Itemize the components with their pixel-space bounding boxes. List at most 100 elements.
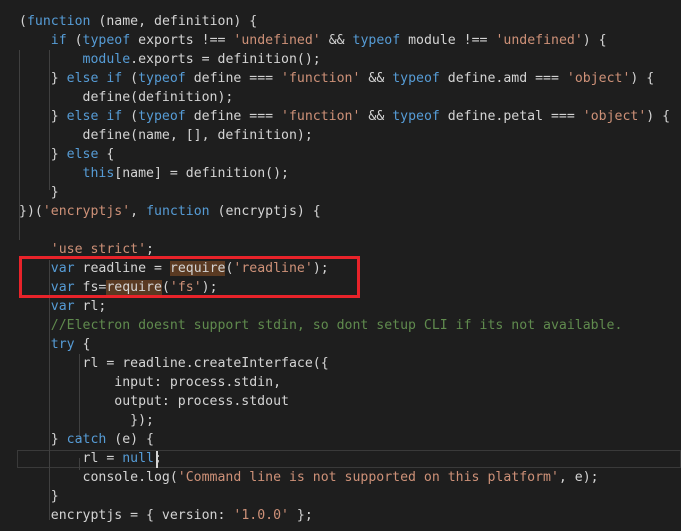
code-token: '1.0.0': [233, 508, 289, 523]
code-line[interactable]: define(definition);: [19, 88, 234, 107]
code-token: 'object': [566, 71, 631, 86]
code-line[interactable]: } catch (e) {: [19, 430, 154, 449]
code-line[interactable]: }: [19, 487, 59, 506]
code-token: try: [50, 337, 75, 352]
code-token: }: [19, 71, 67, 86]
code-token: 'object': [582, 109, 647, 124]
code-token: rl;: [74, 299, 107, 314]
code-token: function: [146, 204, 210, 219]
code-token: input: process.stdin,: [19, 375, 282, 390]
code-token: define.amd ===: [439, 71, 567, 86]
code-token: //Electron doesnt support stdin, so dont…: [50, 318, 623, 333]
code-line[interactable]: output: process.stdout: [19, 392, 289, 411]
code-token: , e);: [558, 470, 599, 485]
code-token: this: [82, 166, 115, 181]
code-token: &&: [360, 109, 393, 124]
code-token: rl =: [19, 451, 123, 466]
code-token: catch: [66, 432, 107, 447]
code-token: null: [122, 451, 154, 466]
code-token: var: [50, 299, 75, 314]
code-line[interactable]: var rl;: [19, 297, 107, 316]
code-token: }: [19, 489, 59, 504]
code-token: (: [122, 109, 139, 124]
code-token: ;: [146, 242, 154, 257]
code-token: exports !==: [130, 33, 234, 48]
code-token: typeof: [82, 33, 131, 48]
code-line[interactable]: define(name, [], definition);: [19, 126, 313, 145]
code-token: typeof: [138, 109, 186, 124]
code-line[interactable]: });: [19, 411, 154, 430]
annotation-highlight-box: [19, 256, 360, 298]
code-line[interactable]: if (typeof exports !== 'undefined' && ty…: [19, 31, 607, 50]
code-line[interactable]: module.exports = definition();: [19, 50, 321, 69]
code-token: {: [98, 147, 115, 162]
code-token: typeof: [352, 33, 401, 48]
code-token: 'undefined': [495, 33, 583, 48]
code-token: encryptjs = { version:: [19, 508, 234, 523]
code-token: 'use strict': [50, 242, 147, 257]
code-token: (name, definition) {: [90, 14, 258, 29]
code-token: module !==: [400, 33, 496, 48]
code-token: [name] = definition();: [114, 166, 289, 181]
code-line[interactable]: } else if (typeof define === 'function' …: [19, 69, 655, 88]
code-token: .exports = definition();: [130, 52, 321, 67]
code-token: if: [50, 33, 67, 48]
code-line[interactable]: } else {: [19, 145, 115, 164]
code-token: });: [19, 413, 154, 428]
code-token: else if: [66, 109, 123, 124]
code-line[interactable]: input: process.stdin,: [19, 373, 281, 392]
code-token: &&: [360, 71, 393, 86]
code-token: (: [19, 14, 27, 29]
code-token: function: [26, 14, 91, 29]
code-line[interactable]: (function (name, definition) {: [19, 12, 257, 31]
code-line[interactable]: console.log('Command line is not support…: [19, 468, 599, 487]
code-token: }: [19, 147, 67, 162]
code-token: output: process.stdout: [19, 394, 289, 409]
code-line[interactable]: //Electron doesnt support stdin, so dont…: [19, 316, 623, 335]
code-token: 'Command line is not supported on this p…: [177, 470, 559, 485]
code-token: 'function': [281, 109, 361, 124]
code-token: &&: [320, 33, 353, 48]
code-line[interactable]: rl = readline.createInterface({: [19, 354, 329, 373]
text-cursor: [156, 451, 158, 468]
code-line[interactable]: try {: [19, 335, 91, 354]
code-line[interactable]: } else if (typeof define === 'function' …: [19, 107, 670, 126]
code-line[interactable]: encryptjs = { version: '1.0.0' };: [19, 506, 313, 525]
code-token: define(definition);: [19, 90, 234, 105]
code-token: ) {: [630, 71, 655, 86]
code-token: define ===: [185, 109, 282, 124]
code-editor[interactable]: (function (name, definition) { if (typeo…: [0, 0, 681, 531]
code-token: (e) {: [106, 432, 154, 447]
code-token: typeof: [138, 71, 186, 86]
code-token: }: [19, 185, 59, 200]
code-token: 'undefined': [233, 33, 321, 48]
code-token: define ===: [185, 71, 282, 86]
code-token: else: [66, 147, 99, 162]
code-token: 'function': [281, 71, 361, 86]
code-token: else if: [66, 71, 123, 86]
code-token: typeof: [392, 109, 440, 124]
code-token: }: [19, 432, 67, 447]
code-token: })(: [19, 204, 43, 219]
code-line[interactable]: })('encryptjs', function (encryptjs) {: [19, 202, 321, 221]
code-token: ) {: [646, 109, 671, 124]
code-token: console.log(: [19, 470, 178, 485]
code-line[interactable]: }: [19, 183, 59, 202]
code-token: typeof: [392, 71, 440, 86]
code-token: define.petal ===: [439, 109, 583, 124]
code-token: (: [66, 33, 83, 48]
code-token: rl = readline.createInterface({: [19, 356, 329, 371]
code-token: ,: [130, 204, 147, 219]
code-line[interactable]: this[name] = definition();: [19, 164, 289, 183]
code-token: (: [122, 71, 139, 86]
code-line[interactable]: rl = null;: [19, 449, 162, 468]
code-token: ) {: [582, 33, 607, 48]
code-token: };: [288, 508, 313, 523]
code-token: (encryptjs) {: [209, 204, 321, 219]
